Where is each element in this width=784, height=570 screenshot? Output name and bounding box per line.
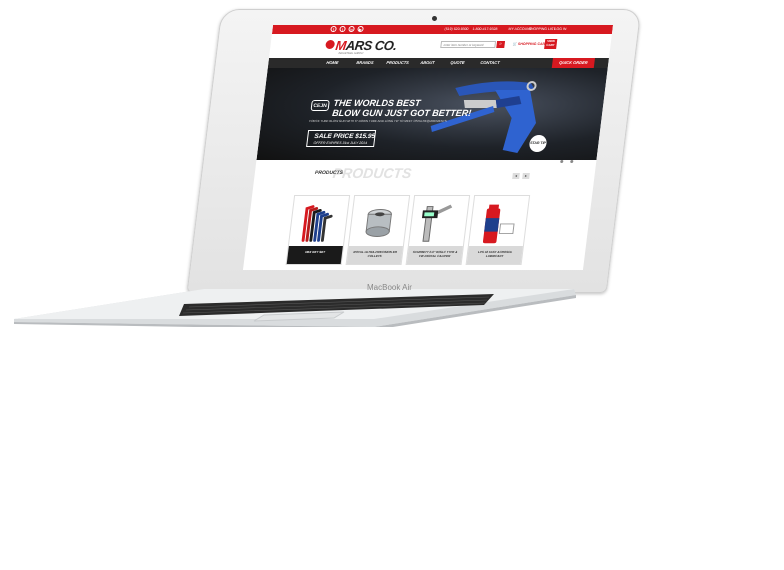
nav-about[interactable]: ABOUT <box>420 60 435 65</box>
slide-dots <box>559 150 576 168</box>
sale-price: SALE PRICE $15.95 <box>313 133 376 140</box>
product-label: HEX KEY SET <box>286 246 343 264</box>
device-label: MacBook Air <box>367 283 412 292</box>
nav-brands[interactable]: BRANDS <box>356 60 374 65</box>
laptop-base <box>14 289 576 327</box>
linkedin-icon[interactable]: in <box>348 26 355 32</box>
hero-banner[interactable]: CEJN THE WORLDS BEST BLOW GUN JUST GOT B… <box>256 68 608 160</box>
laptop-screen: f t in ▶ (519) 620-9300 1-800-417-9328 M… <box>242 25 614 270</box>
quick-order-button[interactable]: QUICK ORDER <box>551 58 595 68</box>
logo-name: ARS CO. <box>344 38 398 53</box>
shopping-cart-link[interactable]: 🛒 SHOPPING CART <box>512 42 547 46</box>
lubricant-image <box>482 204 515 244</box>
camera-icon <box>432 16 437 21</box>
hero-title-line2: BLOW GUN JUST GOT BETTER! <box>331 108 472 118</box>
collet-image <box>365 208 392 237</box>
product-label: ROYAL ULTRA-PRECISION ER COLLETS <box>346 246 403 264</box>
products-prev-button[interactable]: ◂ <box>512 173 520 179</box>
product-label: LPS #2 FAST ACROSOL LUBRICANT <box>466 246 523 264</box>
shopping-list-link[interactable]: SHOPPING LIST <box>528 27 555 31</box>
hero-title-line1: THE WORLDS BEST <box>332 98 422 108</box>
slide-dot[interactable] <box>560 160 564 163</box>
nav-contact[interactable]: CONTACT <box>480 60 500 65</box>
products-next-button[interactable]: ▸ <box>522 173 530 179</box>
cart-label: SHOPPING CART <box>517 42 548 46</box>
products-title: PRODUCTS <box>314 170 344 176</box>
top-bar: f t in ▶ (519) 620-9300 1-800-417-9328 M… <box>271 25 614 34</box>
nav-products[interactable]: PRODUCTS <box>386 60 409 65</box>
hero-title: THE WORLDS BEST BLOW GUN JUST GOT BETTER… <box>332 98 473 118</box>
hex-key-image <box>301 205 333 242</box>
nav-quote[interactable]: QUOTE <box>450 60 465 65</box>
hero-subtitle: FORCE TUBE BLOW GUN WITH 6" DOWN TUBE AN… <box>309 119 448 123</box>
product-card[interactable]: ROYAL ULTRA-PRECISION ER COLLETS <box>345 195 411 265</box>
slide-dot[interactable] <box>570 160 574 163</box>
phone-local: (519) 620-9300 <box>444 27 469 31</box>
product-label: STARRETT 0-6" W/SLC TYPE & FW DIGITAL CA… <box>406 246 463 264</box>
logo-tagline: INDUSTRIAL SUPPLY <box>338 52 364 55</box>
cejn-badge: CEJN <box>310 100 330 111</box>
products-watermark: PRODUCTS <box>331 165 413 181</box>
product-card[interactable]: HEX KEY SET <box>285 195 351 265</box>
main-nav: HOME BRANDS PRODUCTS ABOUT QUOTE CONTACT… <box>267 58 609 68</box>
view-cart-button[interactable]: VIEW CART <box>544 39 558 49</box>
logo-icon <box>325 40 336 49</box>
login-link[interactable]: LOG IN <box>554 27 566 31</box>
search-button[interactable]: ⌕ <box>496 41 506 48</box>
search-input[interactable]: enter item number or keyword <box>440 41 497 48</box>
slide-dot-active[interactable] <box>565 160 569 163</box>
site-logo[interactable]: MARS CO. INDUSTRIAL SUPPLY <box>324 37 401 55</box>
search-icon: ⌕ <box>498 41 503 47</box>
product-card[interactable]: STARRETT 0-6" W/SLC TYPE & FW DIGITAL CA… <box>405 195 471 265</box>
phone-toll: 1-800-417-9328 <box>472 27 498 31</box>
nav-home[interactable]: HOME <box>326 60 339 65</box>
product-card[interactable]: LPS #2 FAST ACROSOL LUBRICANT <box>465 195 531 265</box>
youtube-icon[interactable]: ▶ <box>357 26 364 32</box>
offer-expiry: OFFER EXPIRES 31st JULY 2014 <box>313 141 368 145</box>
caliper-image <box>421 204 453 242</box>
twitter-icon[interactable]: t <box>339 26 346 32</box>
sale-price-box[interactable]: SALE PRICE $15.95 OFFER EXPIRES 31st JUL… <box>306 130 377 147</box>
facebook-icon[interactable]: f <box>330 26 337 32</box>
